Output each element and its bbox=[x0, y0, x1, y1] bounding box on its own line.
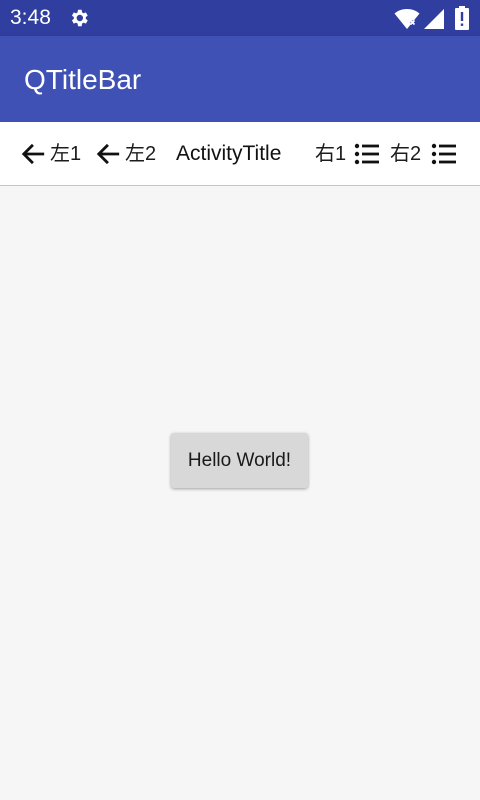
status-bar: 3:48 bbox=[0, 0, 480, 36]
wifi-icon bbox=[394, 9, 420, 29]
title-bar: 左1 左2 ActivityTitle 右1 右2 bbox=[0, 122, 480, 186]
right-button-1[interactable]: 右1 bbox=[315, 122, 380, 186]
cell-signal-icon bbox=[424, 9, 444, 29]
hello-world-button[interactable]: Hello World! bbox=[171, 433, 308, 488]
back-arrow-icon bbox=[96, 143, 120, 165]
right-button-2-label: 右2 bbox=[390, 143, 422, 165]
left-button-2[interactable]: 左2 bbox=[95, 122, 156, 186]
app-bar: QTitleBar bbox=[0, 36, 480, 122]
left-button-1-label: 左1 bbox=[50, 143, 82, 165]
page-title-area: ActivityTitle bbox=[176, 122, 281, 186]
left-button-1[interactable]: 左1 bbox=[20, 122, 81, 186]
battery-icon bbox=[455, 6, 469, 30]
left-button-2-label: 左2 bbox=[125, 143, 157, 165]
list-icon bbox=[431, 143, 457, 165]
right-button-1-label: 右1 bbox=[315, 143, 347, 165]
back-arrow-icon bbox=[21, 143, 45, 165]
gear-icon bbox=[71, 9, 88, 27]
status-time: 3:48 bbox=[10, 6, 51, 29]
list-icon bbox=[354, 143, 380, 165]
app-title: QTitleBar bbox=[24, 64, 142, 95]
page-title: ActivityTitle bbox=[176, 142, 282, 165]
right-button-2[interactable]: 右2 bbox=[390, 122, 457, 186]
